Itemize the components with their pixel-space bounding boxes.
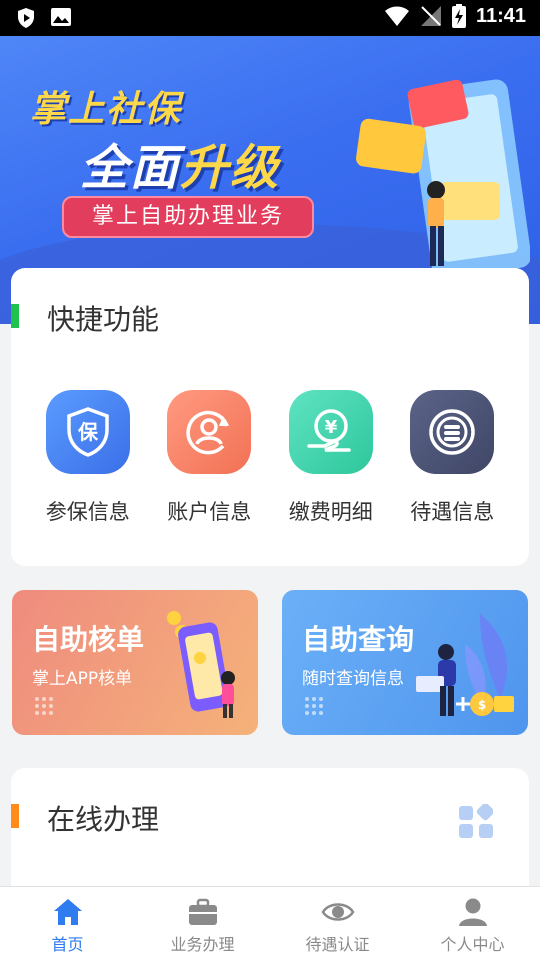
eye-icon xyxy=(321,903,354,921)
quick-item-benefit-info[interactable]: 待遇信息 xyxy=(397,390,507,526)
status-bar: 11:41 xyxy=(0,0,540,36)
play-protect-icon xyxy=(18,8,34,28)
yen-hand-icon: ¥ xyxy=(288,390,373,474)
quick-section-accent xyxy=(11,304,19,328)
image-icon xyxy=(51,8,71,26)
banner-title-part-b: 升级 xyxy=(180,140,281,196)
banner-title-part-a: 全面 xyxy=(80,140,181,196)
nav-personal-center[interactable]: 个人中心 xyxy=(405,887,540,960)
online-section-accent xyxy=(11,804,19,828)
person-laptop-illustration-icon: $ xyxy=(416,614,514,716)
dots-icon xyxy=(35,697,53,715)
banner-title-line2: 全面升级 xyxy=(80,128,280,198)
promo-self-query[interactable]: 自助查询 随时查询信息 $ xyxy=(282,590,528,735)
user-refresh-icon xyxy=(167,390,252,474)
svg-text:保: 保 xyxy=(77,420,99,444)
promo-self-check[interactable]: 自助核单 掌上APP核单 xyxy=(12,590,258,735)
quick-functions-card: 快捷功能 保 参保信息 账户信息 ¥ 缴费明细 待遇信息 xyxy=(11,268,529,566)
quick-item-account-info[interactable]: 账户信息 xyxy=(154,390,264,526)
bottom-nav: 首页 业务办理 待遇认证 个人中心 xyxy=(0,886,540,960)
nav-label: 个人中心 xyxy=(440,935,505,954)
nav-label: 业务办理 xyxy=(170,935,235,954)
signal-off-icon xyxy=(420,6,441,26)
battery-charging-icon xyxy=(451,4,466,28)
banner-pill: 掌上自助办理业务 xyxy=(62,196,314,238)
quick-functions-row: 保 参保信息 账户信息 ¥ 缴费明细 待遇信息 xyxy=(11,390,529,526)
quick-item-insurance-info[interactable]: 保 参保信息 xyxy=(33,390,143,526)
nav-label: 首页 xyxy=(51,935,84,954)
quick-item-label: 待遇信息 xyxy=(410,500,495,524)
phone-illustration-icon xyxy=(356,79,530,279)
status-time: 11:41 xyxy=(475,4,526,27)
phone-coins-illustration-icon xyxy=(167,611,235,718)
quick-item-label: 缴费明细 xyxy=(288,500,373,524)
nav-business[interactable]: 业务办理 xyxy=(135,887,270,960)
promo-title: 自助核单 xyxy=(32,623,145,656)
svg-text:$: $ xyxy=(478,698,486,712)
quick-item-label: 参保信息 xyxy=(45,500,130,524)
shield-icon: 保 xyxy=(45,390,130,474)
wifi-icon xyxy=(384,6,409,26)
quick-item-payment-details[interactable]: ¥ 缴费明细 xyxy=(276,390,386,526)
promo-title: 自助查询 xyxy=(302,623,415,656)
dots-icon xyxy=(305,697,323,715)
online-section-title: 在线办理 xyxy=(47,803,160,836)
nav-benefit-cert[interactable]: 待遇认证 xyxy=(270,887,405,960)
nav-label: 待遇认证 xyxy=(305,935,370,954)
coin-stack-icon xyxy=(410,390,495,474)
grid-icon[interactable] xyxy=(459,804,493,838)
promo-subtitle: 随时查询信息 xyxy=(302,669,404,689)
nav-home[interactable]: 首页 xyxy=(0,887,135,960)
banner-title-line1: 掌上社保 xyxy=(30,89,183,130)
briefcase-icon xyxy=(188,898,217,925)
person-icon xyxy=(458,898,487,926)
quick-item-label: 账户信息 xyxy=(167,500,252,524)
svg-text:¥: ¥ xyxy=(324,417,337,438)
promo-subtitle: 掌上APP核单 xyxy=(32,669,133,689)
quick-section-title: 快捷功能 xyxy=(47,303,160,336)
home-icon xyxy=(53,899,82,925)
